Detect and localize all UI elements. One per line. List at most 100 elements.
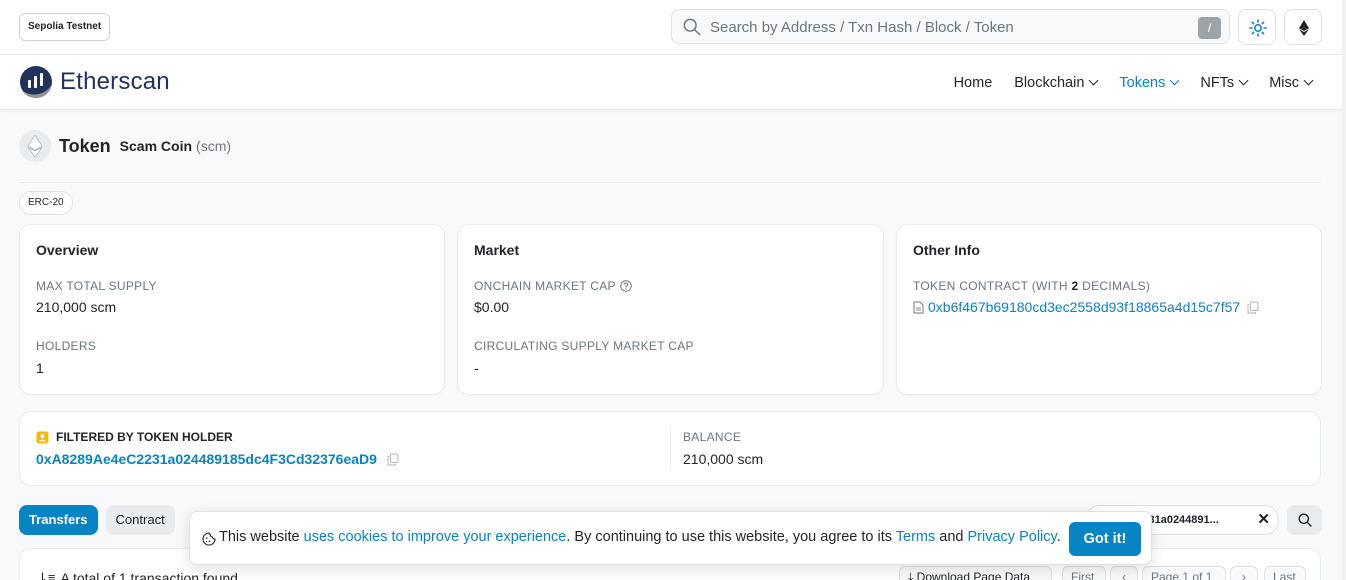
nav-menu: Home Blockchain Tokens NFTs Misc [932,55,1314,110]
privacy-policy-link[interactable]: Privacy Policy [968,529,1057,545]
circ-market-cap-label: CIRCULATING SUPPLY MARKET CAP [474,339,694,353]
market-title: Market [474,242,520,258]
contract-file-icon [913,301,924,313]
nav-nfts-label: NFTs [1200,74,1235,91]
search-icon [1298,513,1312,527]
search-shortcut-key: / [1198,17,1221,39]
token-contract-link[interactable]: 0xb6f467b69180cd3ec2558d93f18865a4d15c7f… [928,299,1240,315]
chevron-right-icon: › [1242,570,1246,580]
overview-title: Overview [36,242,99,258]
search-box[interactable]: Search by Address / Txn Hash / Block / T… [671,9,1230,44]
chevron-down-icon [1088,75,1099,86]
onchain-market-cap-label: ONCHAIN MARKET CAP [474,279,632,293]
search-icon [683,18,701,36]
page-scrollbar[interactable] [1342,0,1346,580]
cookie-text-mid: . By continuing to use this website, you… [566,529,896,545]
sun-icon [1249,19,1267,37]
cookie-icon [202,532,216,546]
filter-label: FILTERED BY TOKEN HOLDER [56,430,233,444]
pager-last-button[interactable]: Last [1264,566,1306,580]
cookie-accept-button[interactable]: Got it! [1069,522,1141,556]
nav-blockchain-label: Blockchain [1014,74,1085,91]
chevron-down-icon [1238,75,1249,86]
nav-misc[interactable]: Misc [1269,74,1314,91]
holder-address-link[interactable]: 0xA8289Ae4eC2231a024489185dc4F3Cd32376ea… [36,451,377,467]
brand-name: Etherscan [60,68,170,95]
divider [19,182,1321,183]
top-bar: Sepolia Testnet Search by Address / Txn … [0,0,1346,55]
network-badge[interactable]: Sepolia Testnet [19,13,111,41]
theme-toggle-button[interactable] [1238,9,1276,45]
ethereum-icon [27,135,43,157]
transfers-summary: ⇂≡ A total of 1 transaction found [37,570,238,580]
download-icon: ⤓ [908,570,914,580]
help-icon[interactable] [620,280,632,292]
main-navbar: Etherscan Home Blockchain Tokens NFTs Mi… [0,55,1346,110]
chevron-down-icon [1169,75,1180,86]
balance-value: 210,000 scm [683,451,764,467]
copy-icon[interactable] [1247,301,1259,314]
copy-icon[interactable] [387,453,399,466]
overview-card: Overview MAX TOTAL SUPPLY 210,000 scm HO… [19,224,445,395]
cookie-banner: This website uses cookies to improve you… [189,511,1152,565]
pager-first-button[interactable]: First [1062,566,1106,580]
other-info-card: Other Info TOKEN CONTRACT (WITH 2 DECIMA… [896,224,1322,395]
holders-label: HOLDERS [36,339,97,353]
token-decimals: 2 [1071,279,1079,293]
chevron-left-icon: ‹ [1122,570,1126,580]
max-supply-value: 210,000 scm [36,299,117,315]
search-input[interactable]: Search by Address / Txn Hash / Block / T… [710,19,1014,36]
nav-nfts[interactable]: NFTs [1200,74,1249,91]
filter-label-row: FILTERED BY TOKEN HOLDER [36,430,233,444]
network-switch-button[interactable] [1284,9,1322,45]
nav-home-label: Home [953,74,993,91]
divider [670,428,671,468]
chevron-down-icon [1303,75,1314,86]
terms-link[interactable]: Terms [896,529,935,545]
token-contract-label-post: DECIMALS) [1078,279,1151,293]
onchain-market-cap-text: ONCHAIN MARKET CAP [474,279,616,293]
nav-blockchain[interactable]: Blockchain [1014,74,1099,91]
market-card: Market ONCHAIN MARKET CAP $0.00 CIRCULAT… [457,224,884,395]
tab-transfers[interactable]: Transfers [19,505,98,535]
onchain-market-cap-value: $0.00 [474,299,510,315]
cookie-text-pre: This website [219,529,304,545]
cookie-text-end: . [1056,529,1061,545]
pager-prev-button[interactable]: ‹ [1110,566,1138,580]
close-icon[interactable]: ✕ [1257,506,1270,534]
holders-value[interactable]: 1 [36,360,44,376]
cookie-text-and: and [935,529,968,545]
cookie-message: This website uses cookies to improve you… [219,529,1061,545]
filter-search-button[interactable] [1287,505,1322,535]
token-avatar [19,130,51,162]
download-label: Download Page Data [916,570,1031,580]
tab-bar: Transfers Contract [19,505,183,535]
nav-home[interactable]: Home [954,75,993,91]
nav-tokens-label: Tokens [1119,74,1166,91]
pager-next-button[interactable]: › [1230,566,1258,580]
other-info-title: Other Info [913,242,980,258]
tab-contract[interactable]: Contract [105,505,175,535]
transfers-summary-text: A total of 1 transaction found [60,570,238,580]
etherscan-logo[interactable]: Etherscan [19,65,170,99]
token-symbol: (scm) [196,138,232,154]
filtered-holder-card: FILTERED BY TOKEN HOLDER 0xA8289Ae4eC223… [19,411,1321,486]
token-contract-label: TOKEN CONTRACT (WITH 2 DECIMALS) [913,279,1150,293]
page-title: Token [59,135,111,156]
nav-tokens[interactable]: Tokens [1119,74,1180,91]
nav-misc-label: Misc [1269,74,1299,91]
sort-icon: ⇂≡ [37,570,56,580]
download-page-data-button[interactable]: ⤓ Download Page Data [899,566,1052,580]
circ-market-cap-value: - [474,360,479,376]
cookie-policy-link[interactable]: uses cookies to improve your experience [304,529,567,545]
max-supply-label: MAX TOTAL SUPPLY [36,279,157,293]
token-contract-row: 0xb6f467b69180cd3ec2558d93f18865a4d15c7f… [913,299,1259,315]
token-contract-label-pre: TOKEN CONTRACT (WITH [913,279,1072,293]
etherscan-logo-icon [20,66,52,98]
ethereum-icon [1299,20,1309,36]
pager-status: Page 1 of 1 [1142,566,1226,580]
token-standard-badge: ERC-20 [19,191,73,215]
token-name: Scam Coin [119,138,193,154]
balance-label: BALANCE [683,430,742,444]
holder-address-row: 0xA8289Ae4eC2231a024489185dc4F3Cd32376ea… [36,451,399,467]
